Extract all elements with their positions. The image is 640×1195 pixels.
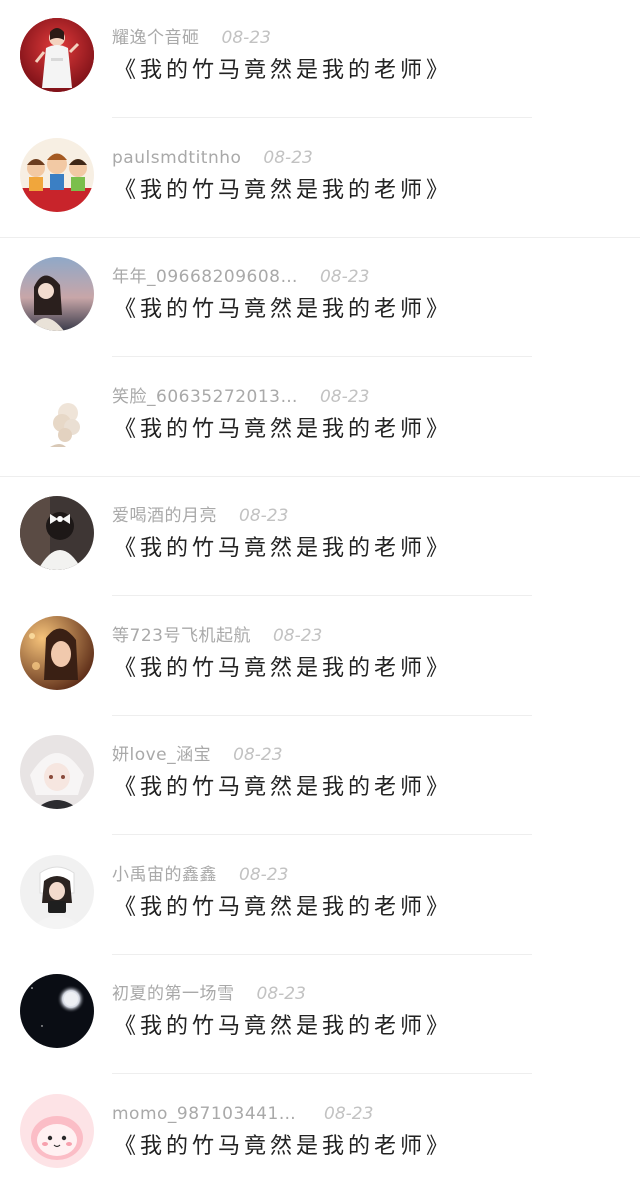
avatar[interactable] (20, 735, 94, 809)
divider (112, 834, 532, 835)
avatar-cartoon-children-icon (20, 138, 94, 212)
username[interactable]: 耀逸个音砸 (112, 26, 200, 50)
avatar[interactable] (20, 496, 94, 570)
comment-date: 08-23 (239, 863, 288, 887)
comment-date: 08-23 (233, 743, 282, 767)
divider (112, 715, 532, 716)
avatar-curly-hair-light-icon (20, 377, 94, 451)
comment-item[interactable]: 爱喝酒的月亮 08-23 《我的竹马竟然是我的老师》 (0, 478, 640, 598)
username[interactable]: 小禹宙的鑫鑫 (112, 863, 217, 887)
comment-item[interactable]: paulsmdtitnho 08-23 《我的竹马竟然是我的老师》 (0, 120, 640, 240)
comment-list: 耀逸个音砸 08-23 《我的竹马竟然是我的老师》 paulsmdtitnho 08… (0, 0, 640, 1195)
divider (112, 595, 532, 596)
divider (0, 237, 640, 238)
avatar[interactable] (20, 1094, 94, 1168)
comment-meta: 年年_09668209608… 08-23 (112, 265, 369, 289)
username[interactable]: 等723号飞机起航 (112, 624, 251, 648)
comment-meta: 小禹宙的鑫鑫 08-23 (112, 863, 288, 887)
comment-item[interactable]: 耀逸个音砸 08-23 《我的竹马竟然是我的老师》 (0, 0, 640, 120)
comment-meta: 妍love_涵宝 08-23 (112, 743, 283, 767)
comment-meta: momo_98710344150… 08-23 (112, 1102, 373, 1126)
comment-item[interactable]: 初夏的第一场雪 08-23 《我的竹马竟然是我的老师》 (0, 956, 640, 1076)
avatar-pink-cartoon-icon (20, 1094, 94, 1168)
comment-meta: 耀逸个音砸 08-23 (112, 26, 271, 50)
comment-text: 《我的竹马竟然是我的老师》 (114, 654, 452, 684)
comment-text: 《我的竹马竟然是我的老师》 (114, 295, 452, 325)
comment-text: 《我的竹马竟然是我的老师》 (114, 1012, 452, 1042)
comment-text: 《我的竹马竟然是我的老师》 (114, 893, 452, 923)
divider (112, 954, 532, 955)
comment-item[interactable]: 妍love_涵宝 08-23 《我的竹马竟然是我的老师》 (0, 717, 640, 837)
username[interactable]: momo_98710344150… (112, 1102, 302, 1126)
comment-text: 《我的竹马竟然是我的老师》 (114, 534, 452, 564)
avatar-moon-night-icon (20, 974, 94, 1048)
avatar[interactable] (20, 257, 94, 331)
comment-text: 《我的竹马竟然是我的老师》 (114, 1132, 452, 1162)
username[interactable]: 妍love_涵宝 (112, 743, 211, 767)
comment-date: 08-23 (263, 146, 312, 170)
comment-date: 08-23 (273, 624, 322, 648)
comment-date: 08-23 (320, 385, 369, 409)
avatar[interactable] (20, 974, 94, 1048)
comment-text: 《我的竹马竟然是我的老师》 (114, 773, 452, 803)
username[interactable]: 年年_09668209608… (112, 265, 298, 289)
comment-date: 08-23 (222, 26, 271, 50)
comment-item[interactable]: 年年_09668209608… 08-23 《我的竹马竟然是我的老师》 (0, 239, 640, 359)
avatar[interactable] (20, 855, 94, 929)
comment-date: 08-23 (257, 982, 306, 1006)
comment-item[interactable]: 等723号飞机起航 08-23 《我的竹马竟然是我的老师》 (0, 598, 640, 718)
avatar[interactable] (20, 138, 94, 212)
avatar-girl-back-bow-icon (20, 496, 94, 570)
avatar-girl-warm-light-icon (20, 616, 94, 690)
divider (0, 476, 640, 477)
comment-text: 《我的竹马竟然是我的老师》 (114, 415, 452, 445)
comment-meta: paulsmdtitnho 08-23 (112, 146, 313, 170)
divider (112, 356, 532, 357)
comment-item[interactable]: momo_98710344150… 08-23 《我的竹马竟然是我的老师》 (0, 1076, 640, 1195)
comment-text: 《我的竹马竟然是我的老师》 (114, 176, 452, 206)
avatar-idol-white-dress-icon (20, 18, 94, 92)
divider (112, 1073, 532, 1074)
comment-meta: 笑脸_60635272013… 08-23 (112, 385, 369, 409)
comment-meta: 爱喝酒的月亮 08-23 (112, 504, 288, 528)
avatar-girl-with-camera-icon (20, 855, 94, 929)
username[interactable]: paulsmdtitnho (112, 146, 241, 170)
comment-date: 08-23 (324, 1102, 373, 1126)
avatar[interactable] (20, 377, 94, 451)
comment-text: 《我的竹马竟然是我的老师》 (114, 56, 452, 86)
avatar[interactable] (20, 18, 94, 92)
divider (112, 117, 532, 118)
avatar-anime-white-hair-icon (20, 735, 94, 809)
avatar-girl-by-sea-icon (20, 257, 94, 331)
comment-date: 08-23 (320, 265, 369, 289)
username[interactable]: 爱喝酒的月亮 (112, 504, 217, 528)
comment-meta: 初夏的第一场雪 08-23 (112, 982, 306, 1006)
comment-date: 08-23 (239, 504, 288, 528)
comment-meta: 等723号飞机起航 08-23 (112, 624, 322, 648)
comment-item[interactable]: 小禹宙的鑫鑫 08-23 《我的竹马竟然是我的老师》 (0, 837, 640, 957)
username[interactable]: 初夏的第一场雪 (112, 982, 235, 1006)
avatar[interactable] (20, 616, 94, 690)
username[interactable]: 笑脸_60635272013… (112, 385, 298, 409)
comment-item[interactable]: 笑脸_60635272013… 08-23 《我的竹马竟然是我的老师》 (0, 359, 640, 479)
